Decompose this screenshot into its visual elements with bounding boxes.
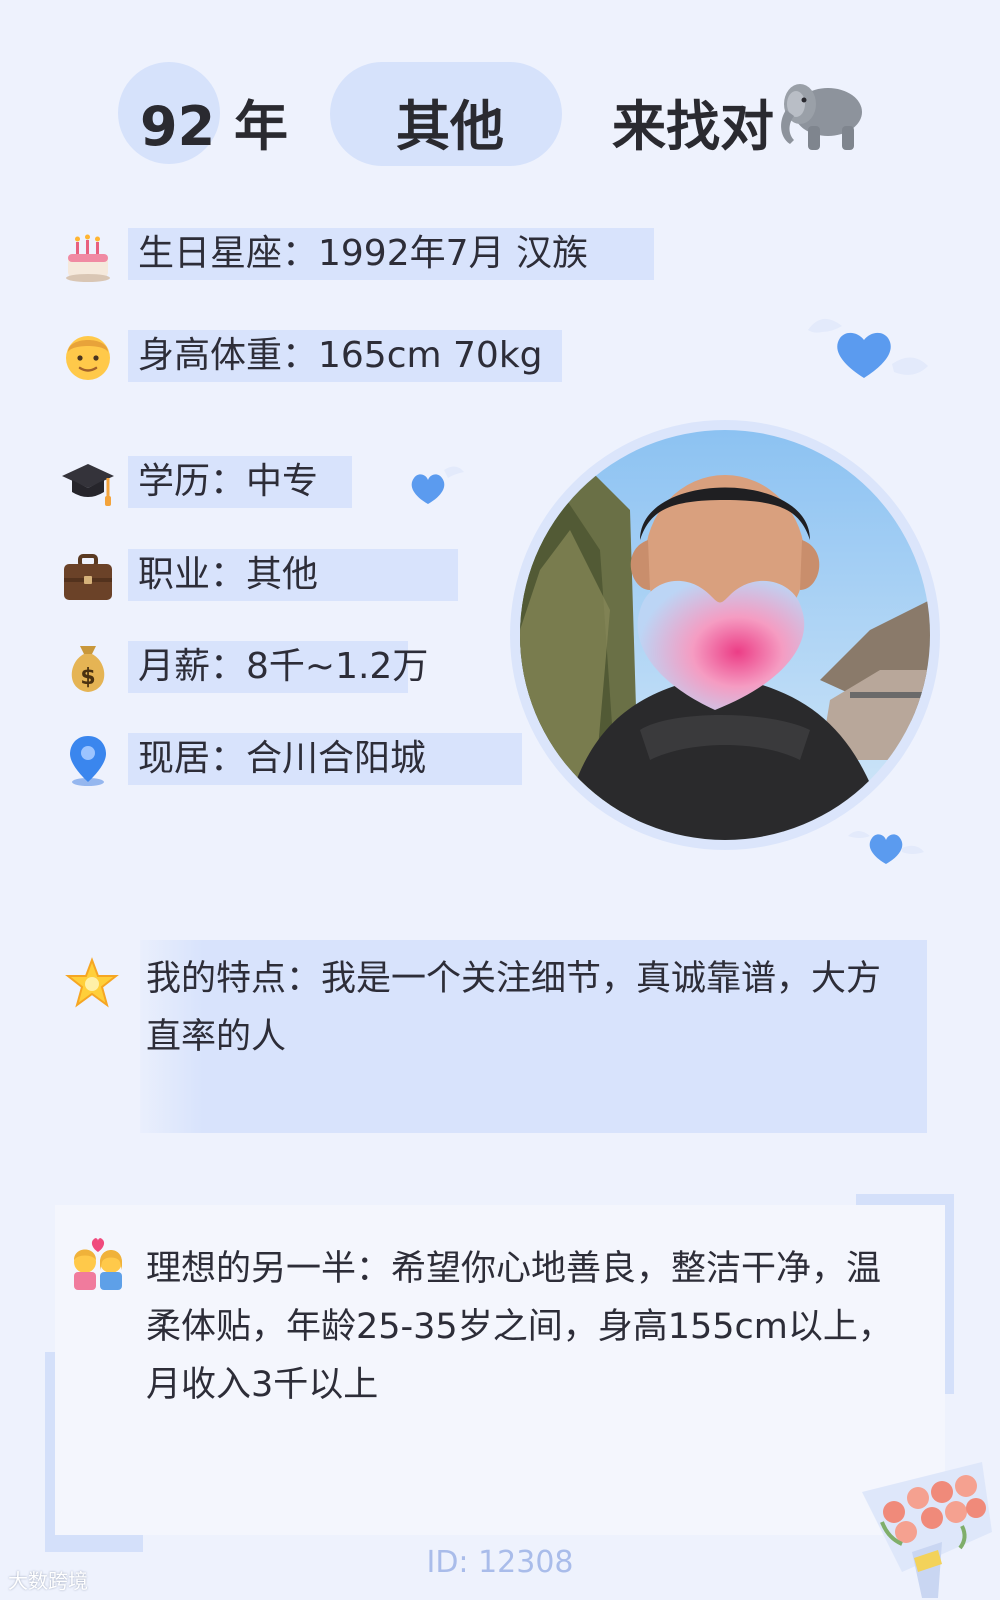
education-text: 学历：中专 xyxy=(138,461,319,502)
features-text: 我的特点：我是一个关注细节，真诚靠谱，大方直率的人 xyxy=(146,959,882,1057)
salary-text: 月薪：8千~1.2万 xyxy=(138,646,429,687)
job-text: 职业：其他 xyxy=(138,554,319,595)
residence-text: 现居：合川合阳城 xyxy=(138,738,427,779)
graduation-cap-icon xyxy=(62,464,114,506)
birthday-text: 生日星座：1992年7月 汉族 xyxy=(138,233,588,274)
star-icon xyxy=(65,957,119,1008)
ideal-partner-text: 理想的另一半：希望你心地善良，整洁干净，温柔体贴，年龄25-35岁之间，身高15… xyxy=(146,1249,893,1405)
heart-icon xyxy=(848,831,924,864)
cake-icon xyxy=(66,234,110,282)
winged-heart-icon xyxy=(808,318,928,378)
height-weight-text: 身高体重：165cm 70kg xyxy=(138,335,543,376)
seeking-text: 来找对 xyxy=(612,95,774,158)
location-pin-icon xyxy=(70,736,106,786)
occupation-tag: 其他 xyxy=(396,95,504,158)
year-label: 92 年 xyxy=(140,95,288,158)
svg-text:$: $ xyxy=(80,665,95,690)
couple-heart-icon xyxy=(74,1238,122,1290)
profile-id: ID: 12308 xyxy=(426,1545,574,1580)
profile-photo xyxy=(520,430,930,840)
heart-icon xyxy=(411,466,464,504)
elephant-icon xyxy=(781,84,862,150)
money-bag-icon: $ xyxy=(71,646,105,692)
person-icon xyxy=(66,336,110,380)
watermark: 大数跨境 xyxy=(8,1569,88,1593)
briefcase-icon xyxy=(64,554,112,600)
